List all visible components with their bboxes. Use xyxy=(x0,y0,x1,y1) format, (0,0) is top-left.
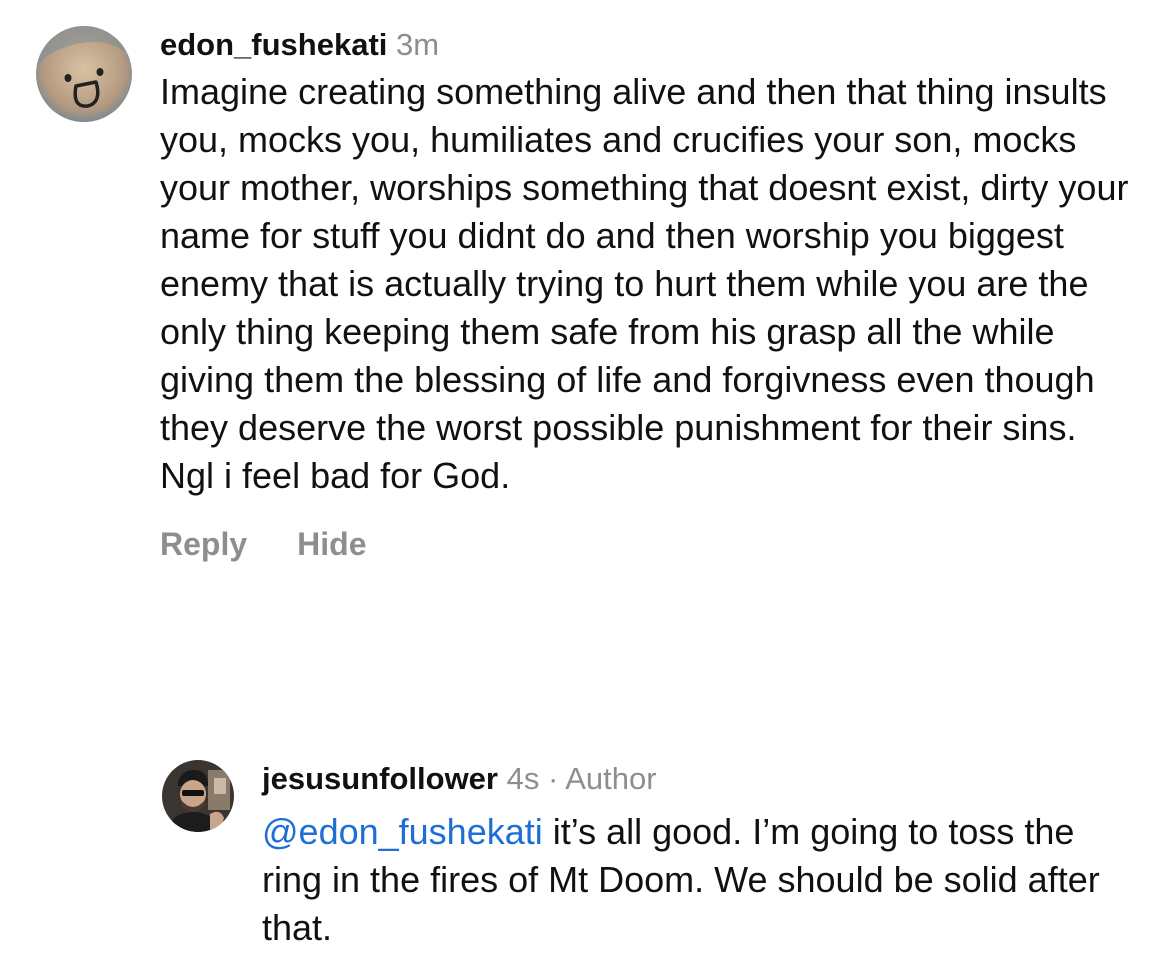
smiley-avatar-icon xyxy=(36,26,132,122)
comment-text: Imagine creating something alive and the… xyxy=(160,71,1129,496)
comment-meta: jesusunfollower 4s · Author xyxy=(262,760,1122,798)
timestamp: 4s xyxy=(506,761,540,796)
mention-link[interactable]: @edon_fushekati xyxy=(262,811,543,852)
user-photo-icon xyxy=(162,760,234,832)
author-badge: Author xyxy=(565,761,657,796)
avatar[interactable] xyxy=(162,760,234,832)
comment-actions: Reply Hide xyxy=(160,526,1130,563)
avatar[interactable] xyxy=(36,26,132,122)
separator: · xyxy=(547,761,559,796)
username[interactable]: edon_fushekati xyxy=(160,27,387,62)
reply-button[interactable]: Reply xyxy=(160,526,247,563)
comment-text: @edon_fushekati it’s all good. I’m going… xyxy=(262,808,1122,952)
timestamp: 3m xyxy=(396,27,440,62)
username[interactable]: jesusunfollower xyxy=(262,761,498,796)
hide-button[interactable]: Hide xyxy=(297,526,366,563)
comment-meta: edon_fushekati 3m xyxy=(160,26,1130,64)
